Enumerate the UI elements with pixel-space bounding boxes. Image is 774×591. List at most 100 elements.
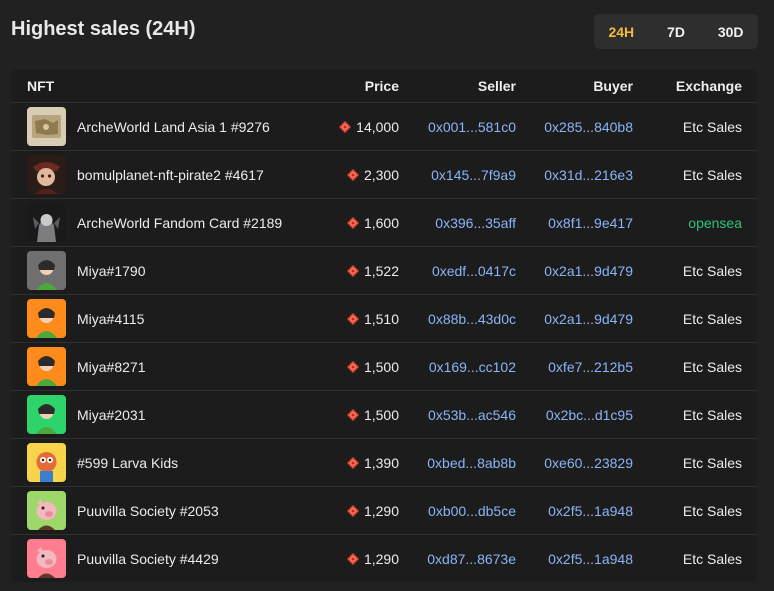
buyer-address-link[interactable]: 0x2a1...9d479 — [544, 311, 633, 327]
price-cell: 1,510 — [321, 311, 399, 327]
price-cell: 1,500 — [321, 359, 399, 375]
price-cell: 1,290 — [321, 503, 399, 519]
nft-name[interactable]: #599 Larva Kids — [77, 455, 178, 471]
nft-name[interactable]: Puuvilla Society #2053 — [77, 503, 219, 519]
seller-address-link[interactable]: 0x88b...43d0c — [428, 311, 516, 327]
nft-name[interactable]: ArcheWorld Fandom Card #2189 — [77, 215, 282, 231]
seller-cell: 0xedf...0417c — [399, 263, 516, 279]
exchange-cell: Etc Sales — [633, 455, 742, 471]
nft-name[interactable]: Miya#4115 — [77, 311, 144, 327]
exchange-name: Etc Sales — [682, 166, 742, 183]
table-row[interactable]: #599 Larva Kids 1,390 0xbed...8ab8b 0xe60..… — [11, 439, 757, 487]
buyer-address-link[interactable]: 0x2bc...d1c95 — [546, 407, 633, 423]
buyer-address-link[interactable]: 0x31d...216e3 — [544, 167, 633, 183]
table-row[interactable]: ArcheWorld Land Asia 1 #9276 14,000 0x001.… — [11, 103, 757, 151]
price-value: 1,390 — [363, 454, 399, 471]
nft-name[interactable]: Miya#2031 — [77, 407, 146, 423]
buyer-cell: 0x285...840b8 — [516, 119, 633, 135]
price-cell: 2,300 — [321, 167, 399, 183]
exchange-cell: Etc Sales — [633, 167, 742, 183]
seller-address-link[interactable]: 0xedf...0417c — [432, 263, 516, 279]
seller-address-link[interactable]: 0x145...7f9a9 — [431, 167, 516, 183]
buyer-cell: 0xe60...23829 — [516, 455, 633, 471]
armored-warrior-icon[interactable] — [27, 203, 66, 242]
seller-cell: 0xd87...8673e — [399, 551, 516, 567]
table-row[interactable]: Miya#1790 1,522 0xedf...0417c 0x2a1...9d479… — [11, 247, 757, 295]
exchange-name: Etc Sales — [682, 502, 742, 519]
price-value: 1,600 — [363, 214, 399, 231]
buyer-address-link[interactable]: 0x8f1...9e417 — [548, 215, 633, 231]
seller-address-link[interactable]: 0xb00...db5ce — [428, 503, 516, 519]
table-row[interactable]: Puuvilla Society #4429 1,290 0xd87...8673e… — [11, 535, 757, 582]
exchange-name: Etc Sales — [682, 406, 742, 423]
tab-24h[interactable]: 24H — [594, 14, 649, 49]
exchange-cell: Etc Sales — [633, 311, 742, 327]
column-header-exchange: Exchange — [675, 78, 742, 94]
seller-cell: 0xbed...8ab8b — [399, 455, 516, 471]
pirate-avatar-icon[interactable] — [27, 155, 66, 194]
seller-cell: 0x169...cc102 — [399, 359, 516, 375]
miya-avatar-icon[interactable] — [27, 251, 66, 290]
buyer-address-link[interactable]: 0x2a1...9d479 — [544, 263, 633, 279]
nft-cell: Miya#8271 — [11, 347, 321, 386]
nft-name[interactable]: Miya#8271 — [77, 359, 146, 375]
table-row[interactable]: Miya#2031 1,500 0x53b...ac546 0x2bc...d1c95… — [11, 391, 757, 439]
nft-name[interactable]: Puuvilla Society #4429 — [77, 551, 219, 567]
column-header-seller: Seller — [477, 78, 516, 94]
exchange-name: Etc Sales — [682, 310, 742, 327]
price-value: 1,500 — [363, 406, 399, 423]
buyer-address-link[interactable]: 0xe60...23829 — [544, 455, 633, 471]
klay-coin-icon — [338, 120, 356, 134]
seller-cell: 0x001...581c0 — [399, 119, 516, 135]
nft-name[interactable]: Miya#1790 — [77, 263, 146, 279]
seller-cell: 0x396...35aff — [399, 215, 516, 231]
table-row[interactable]: Miya#4115 1,510 0x88b...43d0c 0x2a1...9d479… — [11, 295, 757, 343]
klay-coin-icon — [346, 168, 364, 182]
nft-name[interactable]: bomulplanet-nft-pirate2 #4617 — [77, 167, 264, 183]
exchange-cell: Etc Sales — [633, 263, 742, 279]
price-value: 1,500 — [363, 358, 399, 375]
seller-address-link[interactable]: 0xbed...8ab8b — [427, 455, 516, 471]
price-value: 2,300 — [363, 166, 399, 183]
exchange-name: Etc Sales — [682, 358, 742, 375]
exchange-name: Etc Sales — [682, 454, 742, 471]
column-header-price: Price — [364, 78, 399, 94]
buyer-address-link[interactable]: 0x2f5...1a948 — [548, 551, 633, 567]
nft-cell: bomulplanet-nft-pirate2 #4617 — [11, 155, 321, 194]
nft-cell: Puuvilla Society #4429 — [11, 539, 321, 578]
table-row[interactable]: Puuvilla Society #2053 1,290 0xb00...db5ce… — [11, 487, 757, 535]
land-map-icon[interactable] — [27, 107, 66, 146]
seller-address-link[interactable]: 0xd87...8673e — [427, 551, 516, 567]
price-value: 1,290 — [363, 550, 399, 567]
period-tabs: 24H 7D 30D — [594, 14, 758, 49]
price-cell: 1,390 — [321, 455, 399, 471]
miya-avatar-icon[interactable] — [27, 395, 66, 434]
seller-address-link[interactable]: 0x001...581c0 — [428, 119, 516, 135]
table-row[interactable]: bomulplanet-nft-pirate2 #4617 2,300 0x145.… — [11, 151, 757, 199]
page-title: Highest sales (24H) — [11, 18, 196, 40]
exchange-cell: Etc Sales — [633, 503, 742, 519]
miya-avatar-icon[interactable] — [27, 299, 66, 338]
price-cell: 1,290 — [321, 551, 399, 567]
larva-kid-icon[interactable] — [27, 443, 66, 482]
nft-cell: Puuvilla Society #2053 — [11, 491, 321, 530]
puuvilla-pig-icon[interactable] — [27, 491, 66, 530]
table-header: NFT Price Seller Buyer Exchange — [11, 70, 757, 103]
table-row[interactable]: Miya#8271 1,500 0x169...cc102 0xfe7...212b5… — [11, 343, 757, 391]
sales-table: NFT Price Seller Buyer Exchange ArcheWor… — [11, 70, 757, 582]
buyer-cell: 0x2a1...9d479 — [516, 311, 633, 327]
tab-7d[interactable]: 7D — [649, 14, 704, 49]
buyer-address-link[interactable]: 0x285...840b8 — [544, 119, 633, 135]
buyer-cell: 0x2bc...d1c95 — [516, 407, 633, 423]
buyer-cell: 0x31d...216e3 — [516, 167, 633, 183]
seller-address-link[interactable]: 0x169...cc102 — [429, 359, 516, 375]
table-row[interactable]: ArcheWorld Fandom Card #2189 1,600 0x396..… — [11, 199, 757, 247]
nft-name[interactable]: ArcheWorld Land Asia 1 #9276 — [77, 119, 270, 135]
buyer-address-link[interactable]: 0xfe7...212b5 — [548, 359, 633, 375]
tab-30d[interactable]: 30D — [703, 14, 758, 49]
buyer-address-link[interactable]: 0x2f5...1a948 — [548, 503, 633, 519]
seller-address-link[interactable]: 0x53b...ac546 — [428, 407, 516, 423]
miya-avatar-icon[interactable] — [27, 347, 66, 386]
seller-address-link[interactable]: 0x396...35aff — [435, 215, 516, 231]
puuvilla-pig-icon[interactable] — [27, 539, 66, 578]
